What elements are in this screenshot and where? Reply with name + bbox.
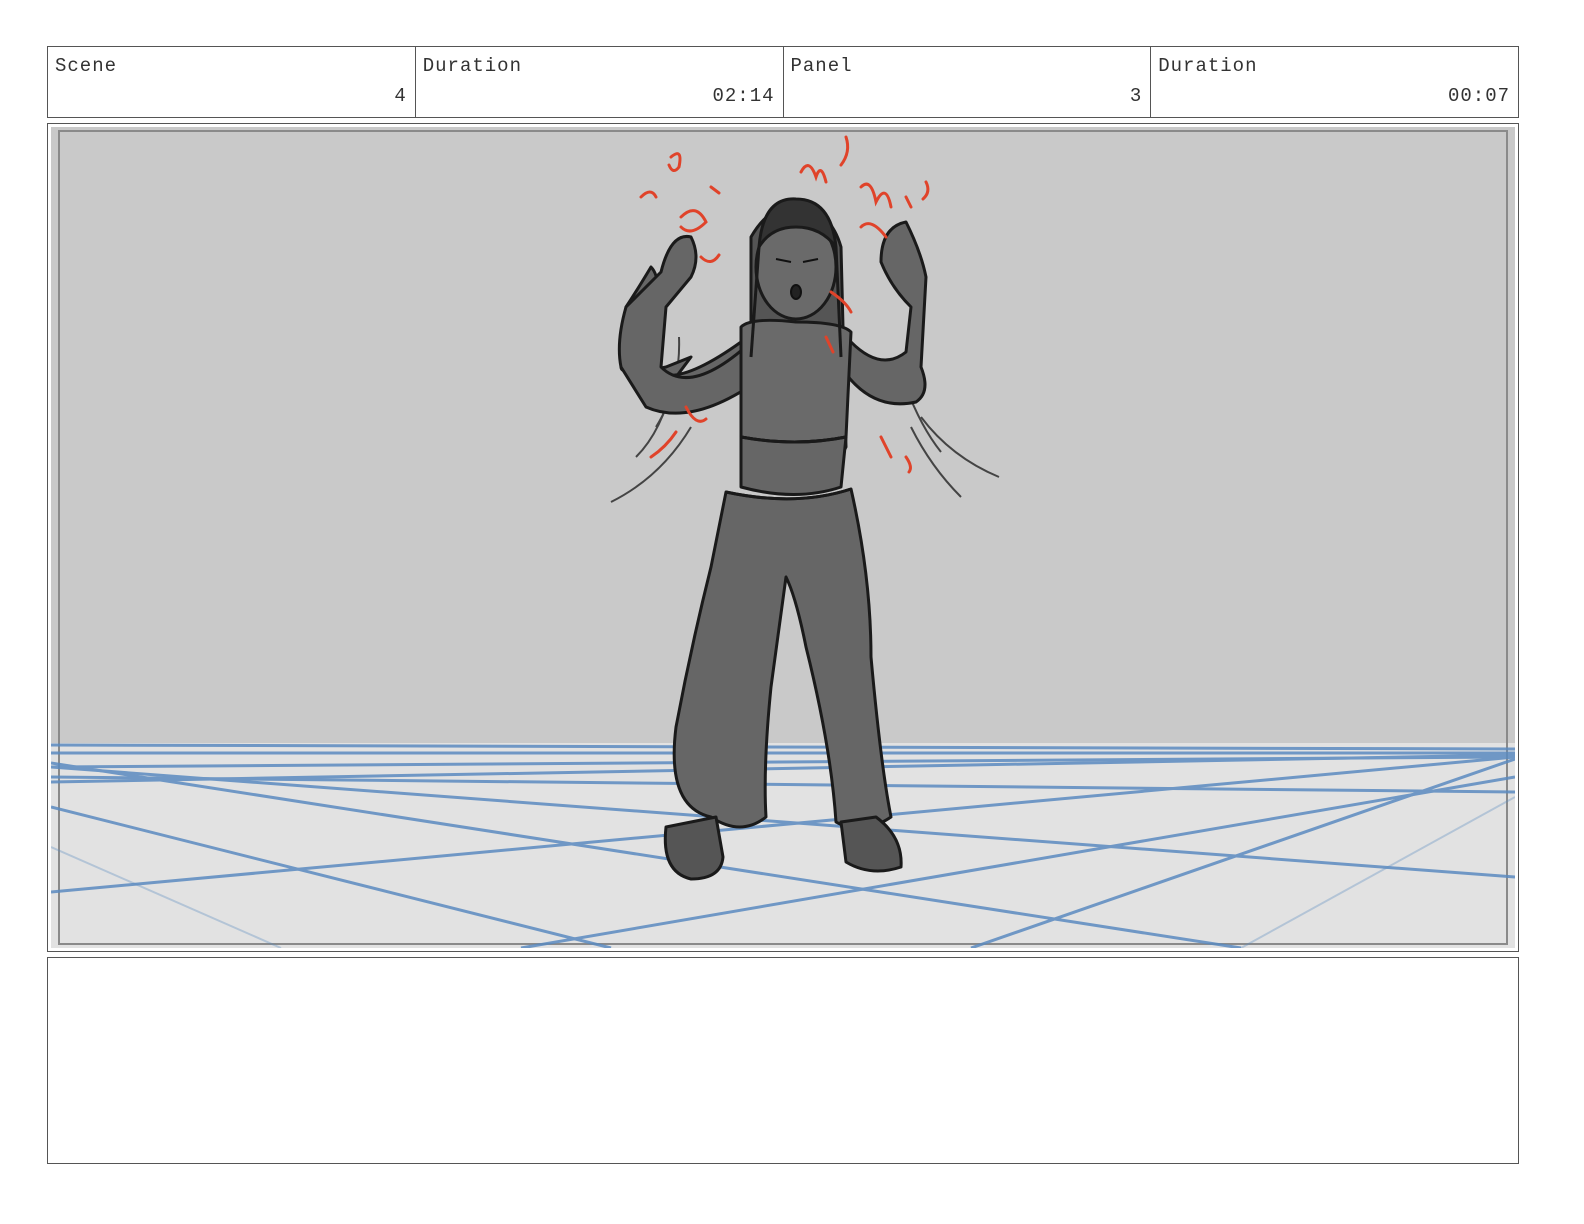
storyboard-panel xyxy=(47,123,1519,952)
scene-duration-cell: Duration 02:14 xyxy=(416,47,784,117)
scene-label: Scene xyxy=(55,55,118,77)
panel-cell: Panel 3 xyxy=(784,47,1152,117)
scene-duration-value: 02:14 xyxy=(712,85,775,107)
panel-drawing xyxy=(51,127,1515,948)
panel-notes-area[interactable] xyxy=(47,957,1519,1164)
panel-label: Panel xyxy=(790,55,853,77)
panel-duration-label: Duration xyxy=(1158,55,1258,77)
scene-cell: Scene 4 xyxy=(48,47,416,117)
scene-value: 4 xyxy=(394,85,407,107)
panel-value: 3 xyxy=(1129,85,1143,107)
panel-duration-value: 00:07 xyxy=(1447,85,1510,107)
storyboard-header: Scene 4 Duration 02:14 Panel 3 Duration … xyxy=(47,46,1519,118)
scene-duration-label: Duration xyxy=(422,55,522,77)
panel-duration-cell: Duration 00:07 xyxy=(1151,47,1518,117)
